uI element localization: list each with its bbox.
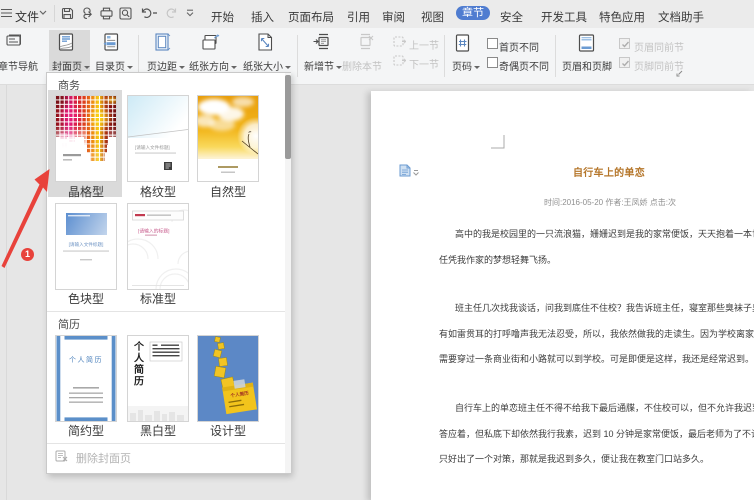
svg-text:[请输入文件标题]: [请输入文件标题] bbox=[69, 241, 104, 248]
svg-text:[请输入的标题]: [请输入的标题] bbox=[138, 228, 169, 235]
svg-text:个人简历: 个人简历 bbox=[69, 355, 103, 364]
svg-text:人: 人 bbox=[134, 352, 145, 365]
svg-text:[请输入文件标题]: [请输入文件标题] bbox=[135, 144, 170, 151]
svg-text:简: 简 bbox=[134, 363, 144, 376]
svg-text:个: 个 bbox=[133, 340, 145, 353]
svg-text:历: 历 bbox=[134, 376, 144, 388]
